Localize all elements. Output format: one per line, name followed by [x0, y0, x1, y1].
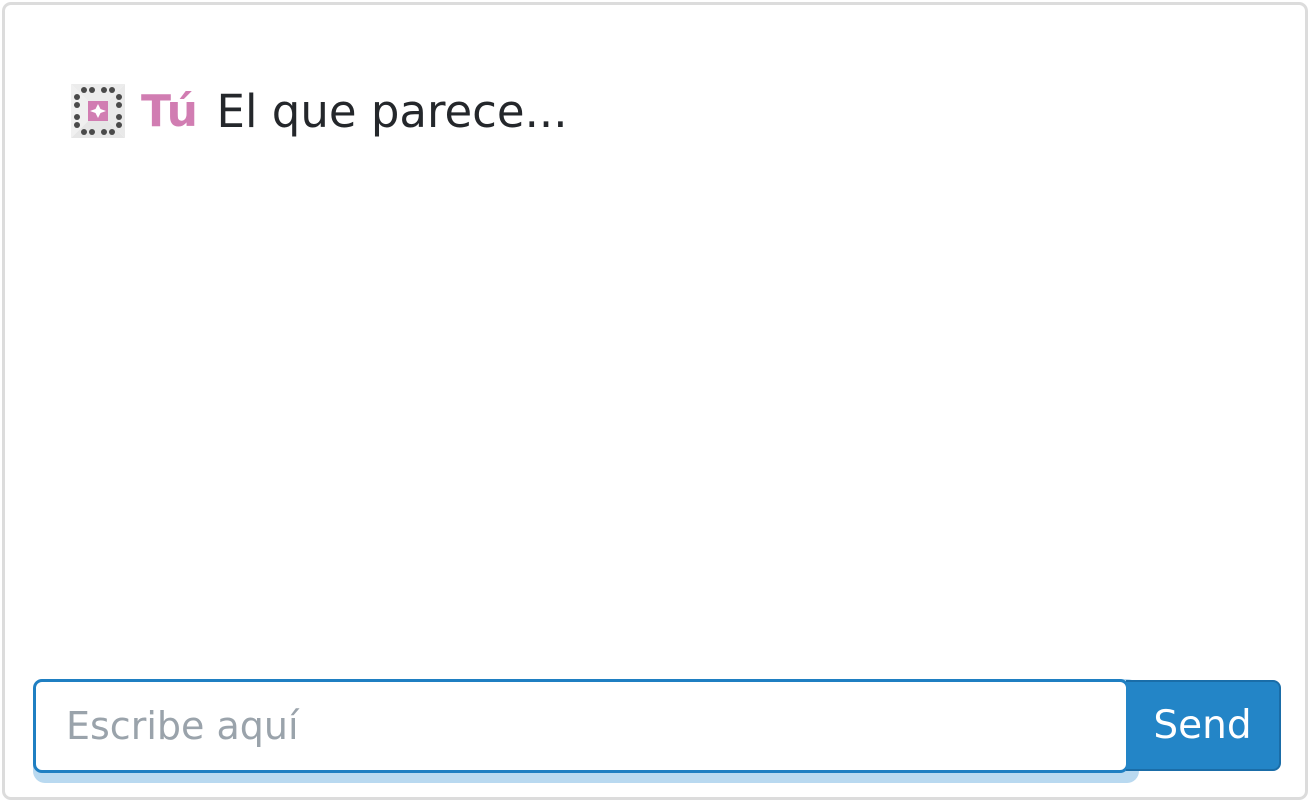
chat-input[interactable] [33, 679, 1129, 773]
message-sender: Tú [141, 85, 199, 137]
user-avatar-icon [71, 84, 125, 138]
chat-message: Tú El que parece... [71, 79, 568, 143]
message-text: El que parece... [216, 84, 568, 138]
send-button[interactable]: Send [1126, 680, 1281, 771]
